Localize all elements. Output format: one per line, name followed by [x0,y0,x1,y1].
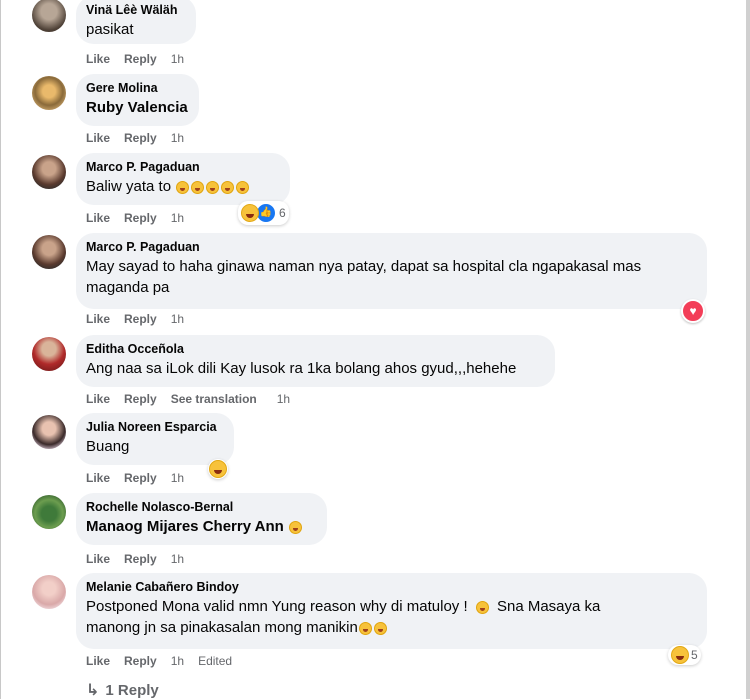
comment-time[interactable]: 1h [171,52,184,66]
like-button[interactable]: Like [86,471,110,485]
reply-arrow-icon: ↳ [86,682,100,699]
comment-text: Baliw yata to [86,176,280,197]
comment-bubble: Marco P. Pagaduan Baliw yata to [76,153,290,205]
view-replies-label: 1 Reply [105,681,159,699]
haha-reaction-icon [241,204,259,222]
mention-tag[interactable]: Ruby Valencia [86,97,189,118]
rofl-emoji-icon [176,180,190,194]
laughing-emoji-icon [289,520,302,534]
comment-author[interactable]: Marco P. Pagaduan [86,239,697,256]
comment-actions: Like Reply 1h [86,552,184,566]
comment-actions: Like Reply See translation 1h [86,392,290,406]
reply-button[interactable]: Reply [124,392,157,406]
comment-time[interactable]: 1h [171,211,184,225]
comment-bubble: Vinä Lêè Wäläh pasikat [76,0,196,44]
see-translation-button[interactable]: See translation [171,392,257,406]
comment-text-content: Baliw yata to [86,178,172,195]
view-replies-link[interactable]: ↳ 1 Reply [86,680,159,700]
reply-button[interactable]: Reply [124,552,157,566]
comment-author[interactable]: Gere Molina [86,80,189,97]
avatar[interactable] [32,495,66,529]
comment-text: Manaog Mijares Cherry Ann [86,516,317,537]
like-button[interactable]: Like [86,552,110,566]
comment-bubble: Julia Noreen Esparcia Buang [76,413,234,465]
rofl-emoji-icon [191,180,205,194]
haha-reaction-icon [209,460,227,478]
like-button[interactable]: Like [86,52,110,66]
comment-author[interactable]: Editha Occeñola [86,341,545,358]
comment-bubble: Melanie Cabañero Bindoy Postponed Mona v… [76,573,707,649]
scrollbar-track[interactable] [746,0,750,699]
mention-tag[interactable]: Manaog Mijares Cherry Ann [86,518,284,535]
reaction-count: 6 [279,206,286,220]
like-button[interactable]: Like [86,131,110,145]
comment-actions: Like Reply 1h [86,312,184,326]
comment-text: Buang [86,438,130,455]
reaction-summary[interactable]: ♥ [681,299,705,323]
comment-author[interactable]: Marco P. Pagaduan [86,159,280,176]
haha-reaction-icon [671,646,689,664]
reply-button[interactable]: Reply [124,211,157,225]
comment-bubble: Gere Molina Ruby Valencia [76,74,199,126]
comment-time[interactable]: 1h [171,131,184,145]
comment-actions: Like Reply 1h [86,131,184,145]
comment-time[interactable]: 1h [171,471,184,485]
smirk-emoji-icon [475,600,489,614]
like-button[interactable]: Like [86,211,110,225]
love-reaction-icon: ♥ [681,299,705,323]
reply-button[interactable]: Reply [124,52,157,66]
comment-text-content: Sna Masaya ka [496,598,601,615]
rofl-emoji-icon [236,180,250,194]
avatar[interactable] [32,0,66,32]
comment-text-content: manong jn sa pinakasalan mong manikin [86,619,358,636]
comment-author[interactable]: Rochelle Nolasco-Bernal [86,499,317,516]
comment-actions: Like Reply 1h [86,471,184,485]
window-edge-left [0,0,1,699]
comment-author[interactable]: Julia Noreen Esparcia [86,419,224,436]
comment-text: pasikat [86,21,134,38]
like-button[interactable]: Like [86,654,110,668]
reaction-summary[interactable]: 5 [668,645,701,665]
edited-label: Edited [198,654,233,668]
avatar[interactable] [32,337,66,371]
reply-button[interactable]: Reply [124,471,157,485]
comment-text-line: Postponed Mona valid nmn Yung reason why… [86,596,697,617]
comment-time[interactable]: 1h [171,654,184,668]
comment-author[interactable]: Vinä Lêè Wäläh [86,2,186,19]
comment-text-line: May sayad to haha ginawa naman nya patay… [86,258,642,275]
comment-text-content: Postponed Mona valid nmn Yung reason why… [86,598,468,615]
comment-bubble: Editha Occeñola Ang naa sa iLok dili Kay… [76,335,555,387]
comment-author[interactable]: Melanie Cabañero Bindoy [86,579,697,596]
avatar[interactable] [32,235,66,269]
avatar[interactable] [32,575,66,609]
like-button[interactable]: Like [86,392,110,406]
comment-actions: Like Reply 1h [86,211,184,225]
reply-button[interactable]: Reply [124,654,157,668]
reply-button[interactable]: Reply [124,131,157,145]
comment-time[interactable]: 1h [277,392,290,406]
comment-text: Ang naa sa iLok dili Kay lusok ra 1ka bo… [86,360,517,377]
comment-text-line: manong jn sa pinakasalan mong manikin [86,617,697,638]
avatar[interactable] [32,415,66,449]
comment-time[interactable]: 1h [171,552,184,566]
laughing-emoji-icon [358,621,372,635]
rofl-emoji-icon [221,180,235,194]
rofl-emoji-icon [373,621,387,635]
comment-bubble: Marco P. Pagaduan May sayad to haha gina… [76,233,707,309]
comment-text-line: maganda pa [86,279,170,296]
reply-button[interactable]: Reply [124,312,157,326]
reaction-summary[interactable] [208,459,228,479]
reaction-count: 5 [691,648,698,662]
rofl-emoji-icon [206,180,220,194]
avatar[interactable] [32,155,66,189]
like-button[interactable]: Like [86,312,110,326]
reaction-summary[interactable]: 👍 6 [238,201,289,225]
comment-time[interactable]: 1h [171,312,184,326]
comment-actions: Like Reply 1h [86,52,184,66]
comment-bubble: Rochelle Nolasco-Bernal Manaog Mijares C… [76,493,327,545]
avatar[interactable] [32,76,66,110]
comment-actions: Like Reply 1h Edited [86,654,232,668]
